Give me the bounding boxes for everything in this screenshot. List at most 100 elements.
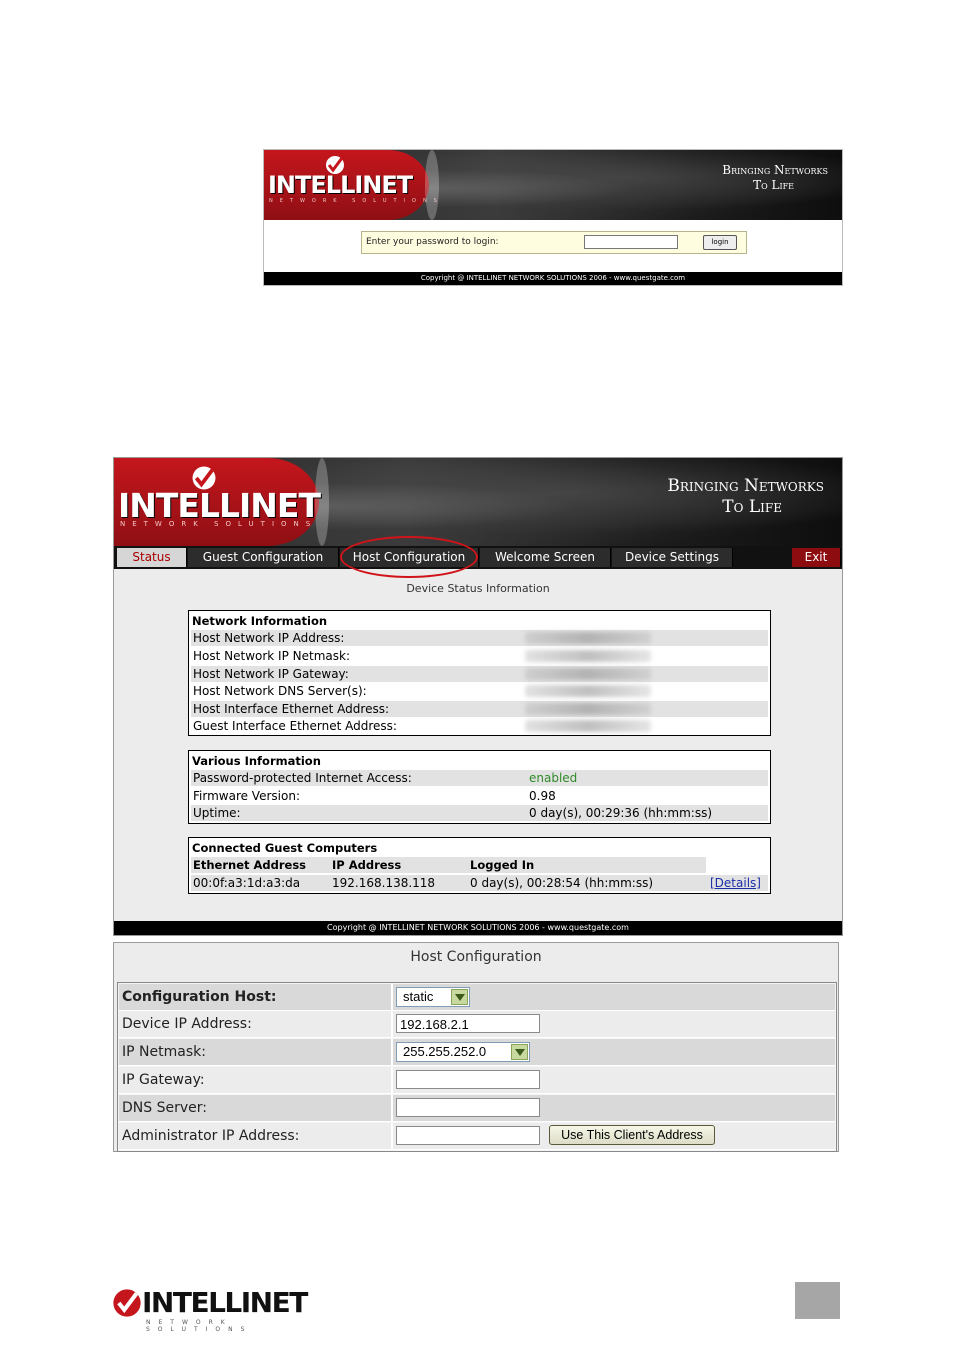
tagline-line2: To Life: [753, 178, 794, 192]
ip-gateway-label: IP Gateway:: [122, 1072, 205, 1088]
dns-server-label: DNS Server:: [122, 1100, 207, 1116]
ip-netmask-label: IP Netmask:: [122, 1044, 206, 1060]
tagline: Bringing Networks To Life: [667, 476, 824, 519]
details-link[interactable]: [Details]: [710, 875, 761, 891]
cell-separator: [391, 1095, 393, 1121]
status-banner: INTELLINET NETWORK SOLUTIONS Bringing Ne…: [114, 458, 842, 546]
row-key: Guest Interface Ethernet Address:: [193, 719, 397, 733]
configuration-host-select[interactable]: static: [396, 987, 470, 1007]
table-row: Host Network DNS Server(s):: [191, 683, 768, 699]
blurred-value: [525, 632, 651, 644]
host-config-form: Configuration Host: static Device IP Add…: [117, 982, 837, 1152]
guest-ip: 192.168.138.118: [332, 876, 436, 890]
row-key: Host Network DNS Server(s):: [193, 684, 367, 698]
blurred-value: [525, 650, 651, 662]
admin-ip-row: Administrator IP Address: Use This Clien…: [119, 1123, 835, 1150]
configuration-host-row: Configuration Host: static: [119, 984, 835, 1011]
footer-logo-subtext: NETWORK SOLUTIONS: [146, 1319, 253, 1333]
table-row: Firmware Version: 0.98: [191, 788, 768, 804]
device-ip-label: Device IP Address:: [122, 1016, 252, 1032]
tab-status[interactable]: Status: [117, 548, 187, 567]
logo-text: INTELLINET: [268, 171, 413, 199]
cell-separator: [391, 1123, 393, 1149]
table-row: Password-protected Internet Access: enab…: [191, 770, 768, 786]
column-ethernet: Ethernet Address: [193, 858, 307, 872]
ip-netmask-select[interactable]: 255.255.252.0: [396, 1042, 530, 1062]
configuration-host-value: static: [403, 989, 434, 1004]
ip-gateway-input[interactable]: [396, 1070, 540, 1089]
blurred-value: [525, 685, 651, 697]
footer-logo: INTELLINET NETWORK SOLUTIONS: [112, 1286, 322, 1333]
table-row: Host Interface Ethernet Address:: [191, 701, 768, 717]
dns-server-row: DNS Server:: [119, 1095, 835, 1122]
blurred-value: [525, 703, 651, 715]
cell-separator: [391, 984, 393, 1010]
row-key: Firmware Version:: [193, 789, 300, 803]
table-row: Host Network IP Address:: [191, 630, 768, 646]
admin-ip-label: Administrator IP Address:: [122, 1128, 300, 1144]
password-prompt: Enter your password to login:: [366, 237, 499, 247]
device-ip-row: Device IP Address: 192.168.2.1: [119, 1011, 835, 1038]
chevron-down-icon[interactable]: [511, 1044, 528, 1060]
status-copyright: Copyright @ INTELLINET NETWORK SOLUTIONS…: [114, 921, 842, 935]
page-number-box: [795, 1282, 840, 1319]
blurred-value: [525, 668, 651, 680]
host-config-title: Host Configuration: [410, 949, 542, 965]
table-row: Host Network IP Gateway:: [191, 666, 768, 682]
various-information-box: Various Information Password-protected I…: [188, 750, 771, 824]
blurred-value: [525, 720, 651, 732]
cell-separator: [391, 1039, 393, 1065]
connected-guests-header: Connected Guest Computers: [192, 841, 378, 855]
guest-table-header: Ethernet Address IP Address Logged In: [191, 857, 706, 873]
column-ip: IP Address: [332, 858, 402, 872]
network-information-header: Network Information: [192, 614, 328, 628]
login-form: Enter your password to login: login: [361, 231, 747, 254]
host-configuration-highlight-circle: [340, 536, 478, 578]
tab-welcome-screen[interactable]: Welcome Screen: [480, 548, 611, 567]
admin-ip-input[interactable]: [396, 1126, 540, 1145]
tagline: Bringing Networks To Life: [722, 163, 828, 193]
cell-separator: [391, 1067, 393, 1093]
login-banner: INTELLINET NETWORK SOLUTIONS Bringing Ne…: [264, 150, 842, 220]
guest-ethernet: 00:0f:a3:1d:a3:da: [193, 876, 301, 890]
table-row: Host Network IP Netmask:: [191, 648, 768, 664]
row-key: Uptime:: [193, 806, 241, 820]
row-key: Host Interface Ethernet Address:: [193, 702, 390, 716]
table-row: Guest Interface Ethernet Address:: [191, 718, 768, 734]
table-row: Uptime: 0 day(s), 00:29:36 (hh:mm:ss): [191, 805, 768, 821]
device-ip-input[interactable]: 192.168.2.1: [396, 1014, 540, 1033]
table-row: 00:0f:a3:1d:a3:da 192.168.138.118 0 day(…: [191, 875, 768, 891]
logo-subtext: NETWORK SOLUTIONS: [120, 520, 318, 528]
tab-guest-configuration[interactable]: Guest Configuration: [188, 548, 339, 567]
ip-netmask-value: 255.255.252.0: [403, 1044, 487, 1059]
tab-device-settings[interactable]: Device Settings: [612, 548, 733, 567]
footer-logo-text: INTELLINET: [142, 1286, 308, 1319]
page-title: Device Status Information: [406, 582, 550, 595]
chevron-down-icon[interactable]: [451, 989, 468, 1005]
main-nav: Status Guest Configuration Host Configur…: [114, 546, 842, 569]
login-button[interactable]: login: [703, 235, 737, 250]
logo-check-icon: [113, 1289, 141, 1317]
row-key: Host Network IP Gateway:: [193, 667, 349, 681]
logo-subtext: NETWORK SOLUTIONS: [269, 198, 444, 204]
firmware-version-value: 0.98: [529, 789, 556, 803]
uptime-value: 0 day(s), 00:29:36 (hh:mm:ss): [529, 806, 713, 820]
row-key: Host Network IP Netmask:: [193, 649, 350, 663]
tagline-line1: Bringing Networks: [667, 476, 824, 496]
dns-server-input[interactable]: [396, 1098, 540, 1117]
ip-gateway-row: IP Gateway:: [119, 1067, 835, 1094]
various-information-header: Various Information: [192, 754, 321, 768]
host-configuration-panel: Host Configuration Configuration Host: s…: [113, 942, 839, 1152]
connected-guests-box: Connected Guest Computers Ethernet Addre…: [188, 837, 771, 894]
column-logged-in: Logged In: [470, 858, 535, 872]
row-key: Password-protected Internet Access:: [193, 771, 412, 785]
password-input[interactable]: [584, 235, 678, 249]
tab-exit[interactable]: Exit: [792, 548, 841, 567]
status-panel: INTELLINET NETWORK SOLUTIONS Bringing Ne…: [113, 457, 843, 936]
status-enabled-value: enabled: [529, 771, 578, 785]
network-information-box: Network Information Host Network IP Addr…: [188, 610, 771, 736]
guest-logged-in: 0 day(s), 00:28:54 (hh:mm:ss): [470, 876, 654, 890]
use-client-address-button[interactable]: Use This Client's Address: [549, 1125, 715, 1145]
configuration-host-label: Configuration Host:: [122, 989, 277, 1005]
tagline-line2: To Life: [722, 497, 782, 518]
